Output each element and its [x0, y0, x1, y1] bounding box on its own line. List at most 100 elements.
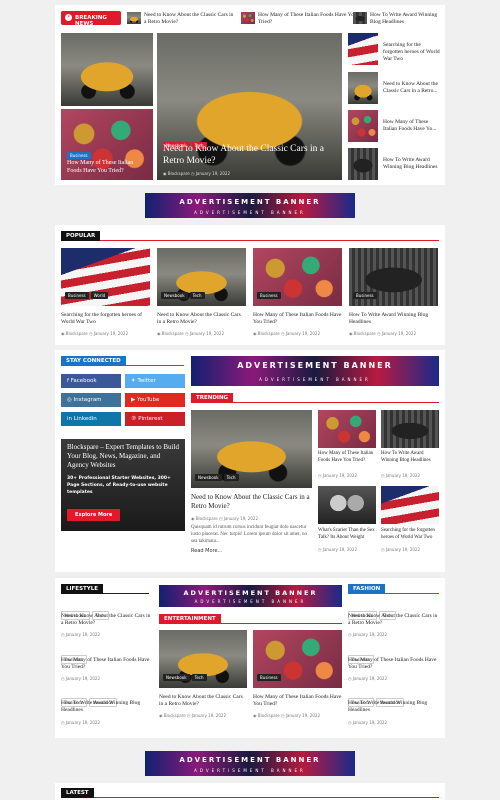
advertisement-banner[interactable]: ADVERTISEMENT BANNER ADVERTISEMENT BANNE…	[191, 356, 439, 386]
facebook-button[interactable]: f Facebook	[61, 374, 121, 388]
post-image[interactable]: Newsbook Tech	[157, 248, 246, 306]
post-date: January 19, 2022	[191, 713, 226, 718]
linkedin-label: Linkedin	[73, 416, 97, 422]
fashion-title[interactable]: How To Write Award Winning Blog Headline…	[348, 700, 439, 714]
post-meta: ◷ January 19, 2022	[61, 632, 101, 637]
category-tag[interactable]: Newsbook	[163, 674, 190, 681]
trending-date: ◷ January 19, 2022	[318, 547, 358, 552]
ticker-thumb[interactable]	[353, 12, 367, 24]
category-tag[interactable]: Business	[257, 674, 281, 681]
hero-left-bottom-title[interactable]: How Many of These Italian Foods Have You…	[67, 160, 149, 176]
post-image[interactable]: Business	[349, 248, 438, 306]
side-thumb[interactable]	[348, 110, 378, 142]
linkedin-button[interactable]: in Linkedin	[61, 412, 121, 426]
explore-more-button[interactable]: Explore More	[67, 509, 121, 521]
post-image[interactable]: Business	[253, 248, 342, 306]
side-title[interactable]: How Many of These Italian Foods Have Yo.…	[383, 119, 441, 133]
side-thumb[interactable]	[348, 72, 378, 104]
post-image[interactable]: Newsbook Tech	[159, 630, 247, 688]
advertisement-banner[interactable]: ADVERTISEMENT BANNER ADVERTISEMENT BANNE…	[145, 751, 355, 776]
side-title[interactable]: Searching for the forgotten heroes of Wo…	[383, 42, 441, 63]
trending-title[interactable]: What's Scarier Than the Sex Talk? Its Ab…	[318, 528, 376, 541]
post-title[interactable]: How Many of These Italian Foods Have You…	[253, 312, 342, 326]
hero-left-bottom-image[interactable]: Business How Many of These Italian Foods…	[61, 109, 153, 180]
post-meta: ◉ Blockspare ◷ January 19, 2022	[157, 331, 224, 336]
ticker-item[interactable]: Need to Know About the Classic Cars in a…	[144, 12, 234, 26]
hero-section: ⚡ BREAKING NEWS Need to Know About the C…	[55, 5, 445, 185]
pinterest-button[interactable]: ℗ Pinterest	[125, 412, 185, 426]
author-name[interactable]: Blockspare	[66, 331, 88, 336]
author-name[interactable]: Blockspare	[258, 713, 280, 718]
hero-left-top-image[interactable]	[61, 33, 153, 106]
category-tag[interactable]: Business	[65, 292, 89, 299]
post-image[interactable]: Business	[253, 630, 342, 688]
lifestyle-heading: LIFESTYLE	[61, 584, 104, 594]
category-tag[interactable]: World	[90, 292, 109, 299]
category-tag[interactable]: Business	[353, 292, 377, 299]
hero-main-title[interactable]: Need to Know About the Classic Cars in a…	[163, 143, 333, 168]
side-title[interactable]: Need to Know About the Classic Cars in a…	[383, 81, 441, 95]
post-title[interactable]: Need to Know About the Classic Cars in a…	[159, 694, 247, 708]
promo-banner[interactable]: Blockspare – Expert Templates to Build Y…	[61, 439, 185, 531]
post-title[interactable]: Need to Know About the Classic Cars in a…	[157, 312, 246, 326]
ad-subtitle: ADVERTISEMENT BANNER	[194, 210, 306, 215]
ticker-thumb[interactable]	[127, 12, 141, 24]
author-name[interactable]: Blockspare	[164, 713, 186, 718]
trending-title[interactable]: Searching for the forgotten heroes of Wo…	[381, 528, 439, 541]
popular-header-line	[61, 231, 439, 241]
latest-section: LATEST	[55, 783, 445, 800]
hero-main-meta: ◉ Blockspare ◷ January 19, 2022	[163, 171, 230, 176]
category-tag[interactable]: Tech	[191, 674, 207, 681]
hero-main-image[interactable]: Newsbook Tech Need to Know About the Clas…	[157, 33, 342, 180]
post-date: January 19, 2022	[381, 331, 416, 336]
post-title[interactable]: How Many of These Italian Foods Have You…	[253, 694, 342, 708]
ticker-thumb[interactable]	[241, 12, 255, 24]
lifestyle-title[interactable]: How Many of These Italian Foods Have You…	[61, 657, 153, 671]
read-more-link[interactable]: Read More...	[191, 548, 222, 554]
trending-thumb[interactable]	[318, 410, 376, 448]
trending-title[interactable]: How Many of These Italian Foods Have You…	[318, 451, 376, 464]
post-title[interactable]: How To Write Award Winning Blog Headline…	[349, 312, 438, 326]
category-tag[interactable]: Business	[67, 152, 91, 159]
advertisement-banner[interactable]: ADVERTISEMENT BANNER ADVERTISEMENT BANNE…	[159, 585, 342, 607]
side-thumb[interactable]	[348, 148, 378, 180]
author-name[interactable]: Blockspare	[162, 331, 184, 336]
entertainment-heading: ENTERTAINMENT	[159, 614, 221, 624]
ticker-item[interactable]: How To Write Award Winning Blog Headline…	[370, 12, 442, 26]
trending-main-title[interactable]: Need to Know About the Classic Cars in a…	[191, 493, 312, 511]
author-name[interactable]: Blockspare	[168, 171, 190, 176]
ticker-item[interactable]: How Many of These Italian Foods Have You…	[258, 12, 363, 26]
category-tag[interactable]: Business	[257, 292, 281, 299]
trending-title[interactable]: How To Write Award Winning Blog Headline…	[381, 451, 439, 464]
author-name[interactable]: Blockspare	[196, 516, 218, 521]
facebook-label: Facebook	[70, 378, 97, 384]
category-tag[interactable]: Tech	[223, 474, 239, 481]
fashion-title[interactable]: Need to Know About the Classic Cars in a…	[348, 613, 439, 627]
category-tag[interactable]: Tech	[189, 292, 205, 299]
trending-thumb[interactable]	[381, 486, 439, 524]
ad-subtitle: ADVERTISEMENT BANNER	[194, 768, 306, 773]
author-name[interactable]: Blockspare	[258, 331, 280, 336]
category-sections: LIFESTYLE Newsbook Tech Need to Know Abou…	[55, 578, 445, 738]
trending-thumb[interactable]	[381, 410, 439, 448]
fashion-title[interactable]: How Many of These Italian Foods Have You…	[348, 657, 439, 671]
lifestyle-title[interactable]: How To Write Award Winning Blog Headline…	[61, 700, 153, 714]
trending-main-image[interactable]: Newsbook Tech	[191, 410, 312, 488]
popular-section: POPULAR Business World Searching for the …	[55, 225, 445, 345]
pinterest-label: Pinterest	[138, 416, 163, 422]
post-date: January 19, 2022	[385, 547, 421, 552]
advertisement-banner[interactable]: ADVERTISEMENT BANNER ADVERTISEMENT BANNE…	[145, 193, 355, 218]
trending-thumb[interactable]	[318, 486, 376, 524]
category-tag[interactable]: Newsbook	[195, 474, 222, 481]
side-title[interactable]: How To Write Award Winning Blog Headline…	[383, 157, 441, 171]
side-thumb[interactable]	[348, 33, 378, 65]
instagram-button[interactable]: ◎ Instagram	[61, 393, 121, 407]
category-tag[interactable]: Newsbook	[161, 292, 188, 299]
twitter-button[interactable]: ✦ Twitter	[125, 374, 185, 388]
promo-title: Blockspare – Expert Templates to Build Y…	[67, 443, 179, 470]
post-title[interactable]: Searching for the forgotten heroes of Wo…	[61, 312, 150, 326]
youtube-button[interactable]: ▶ YouTube	[125, 393, 185, 407]
post-image[interactable]: Business World	[61, 248, 150, 306]
lifestyle-title[interactable]: Need to Know About the Classic Cars in a…	[61, 613, 153, 627]
author-name[interactable]: Blockspare	[354, 331, 376, 336]
